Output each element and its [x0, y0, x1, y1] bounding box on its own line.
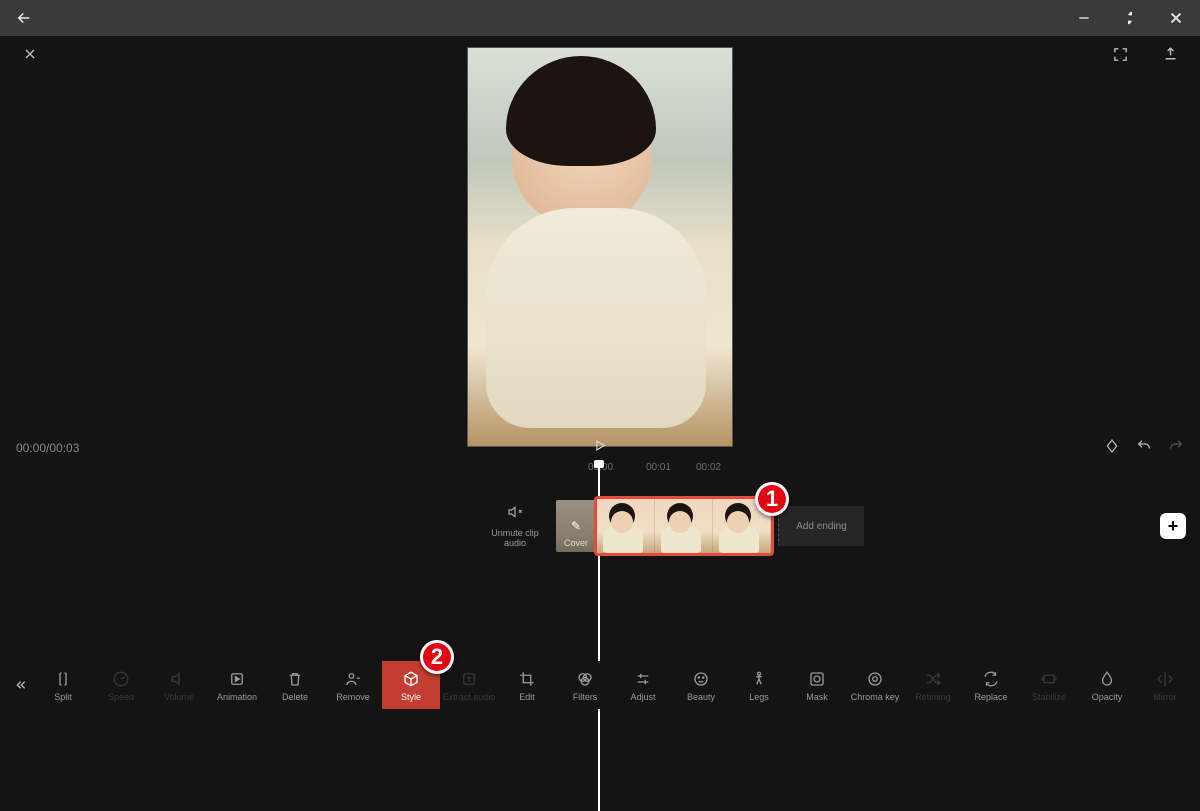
tool-volume[interactable]: Volume [150, 661, 208, 709]
body-icon [750, 670, 768, 688]
redo-icon [1168, 438, 1184, 454]
tool-mask[interactable]: Mask [788, 661, 846, 709]
animation-icon [228, 670, 246, 688]
unmute-clip-audio-button[interactable]: Unmute clip audio [480, 504, 550, 548]
keyframe-button[interactable] [1104, 438, 1120, 459]
timeline: 00:00 00:01 00:02 Unmute clip audio ✎ Co… [0, 462, 1200, 661]
video-clip[interactable] [594, 496, 774, 556]
stabilize-icon [1040, 670, 1058, 688]
sliders-icon [634, 670, 652, 688]
split-icon [54, 670, 72, 688]
cover-thumbnail[interactable]: ✎ Cover [556, 500, 596, 552]
droplet-icon [1098, 670, 1116, 688]
annotation-marker-1: 1 [755, 482, 789, 516]
back-button[interactable] [10, 4, 38, 32]
tool-adjust[interactable]: Adjust [614, 661, 672, 709]
minimize-icon [1076, 10, 1092, 26]
add-ending-button[interactable]: Add ending [778, 506, 864, 546]
annotation-marker-2: 2 [420, 640, 454, 674]
speed-icon [112, 670, 130, 688]
trash-icon [286, 670, 304, 688]
mirror-icon [1156, 670, 1174, 688]
shuffle-icon [924, 670, 942, 688]
tool-stabilize[interactable]: Stabilize [1020, 661, 1078, 709]
speaker-muted-icon [480, 504, 550, 524]
collapse-toolbar-button[interactable] [6, 661, 34, 709]
volume-icon [170, 670, 188, 688]
ruler-tick: 00:01 [646, 462, 671, 473]
add-track-button[interactable]: + [1160, 513, 1186, 539]
redo-button[interactable] [1168, 438, 1184, 459]
timeline-row: Unmute clip audio ✎ Cover Add ending + [0, 486, 1200, 566]
plus-icon: + [1168, 516, 1179, 537]
tool-remove[interactable]: Remove [324, 661, 382, 709]
face-icon [692, 670, 710, 688]
arrow-left-icon [15, 9, 33, 27]
unmute-label: Unmute clip audio [480, 528, 550, 548]
tool-chroma-key[interactable]: Chroma key [846, 661, 904, 709]
tool-opacity[interactable]: Opacity [1078, 661, 1136, 709]
person-remove-icon [344, 670, 362, 688]
diamond-plus-icon [1104, 438, 1120, 454]
cube-icon [402, 670, 420, 688]
edit-cover-icon: ✎ [571, 519, 581, 533]
close-icon [1167, 9, 1185, 27]
clip-frame [655, 499, 713, 553]
mask-icon [808, 670, 826, 688]
replace-icon [982, 670, 1000, 688]
filters-icon [576, 670, 594, 688]
extract-audio-icon [460, 670, 478, 688]
play-button[interactable] [593, 438, 608, 458]
timecode: 00:00/00:03 [16, 441, 79, 455]
tool-animation[interactable]: Animation [208, 661, 266, 709]
tool-split[interactable]: Split [34, 661, 92, 709]
tool-replace[interactable]: Replace [962, 661, 1020, 709]
close-window-button[interactable] [1162, 4, 1190, 32]
crop-icon [518, 670, 536, 688]
add-ending-label: Add ending [796, 521, 847, 532]
tool-filters[interactable]: Filters [556, 661, 614, 709]
preview-area [0, 32, 1200, 462]
chroma-icon [866, 670, 884, 688]
titlebar [0, 0, 1200, 36]
play-icon [593, 438, 608, 453]
preview-image[interactable] [467, 47, 733, 447]
undo-button[interactable] [1136, 438, 1152, 459]
restore-button[interactable] [1116, 4, 1144, 32]
tool-mirror[interactable]: Mirror [1136, 661, 1194, 709]
transport-bar: 00:00/00:03 [0, 434, 1200, 462]
bottom-toolbar: Split Speed Volume Animation Delete Remo… [0, 661, 1200, 709]
restore-down-icon [1122, 10, 1138, 26]
undo-icon [1136, 438, 1152, 454]
tool-beauty[interactable]: Beauty [672, 661, 730, 709]
tool-speed[interactable]: Speed [92, 661, 150, 709]
tool-delete[interactable]: Delete [266, 661, 324, 709]
ruler-tick: 00:02 [696, 462, 721, 473]
minimize-button[interactable] [1070, 4, 1098, 32]
cover-label: Cover [564, 538, 588, 548]
tool-retiming[interactable]: Retiming [904, 661, 962, 709]
chevrons-left-icon [12, 677, 28, 693]
tool-legs[interactable]: Legs [730, 661, 788, 709]
clip-frame [597, 499, 655, 553]
tool-edit[interactable]: Edit [498, 661, 556, 709]
